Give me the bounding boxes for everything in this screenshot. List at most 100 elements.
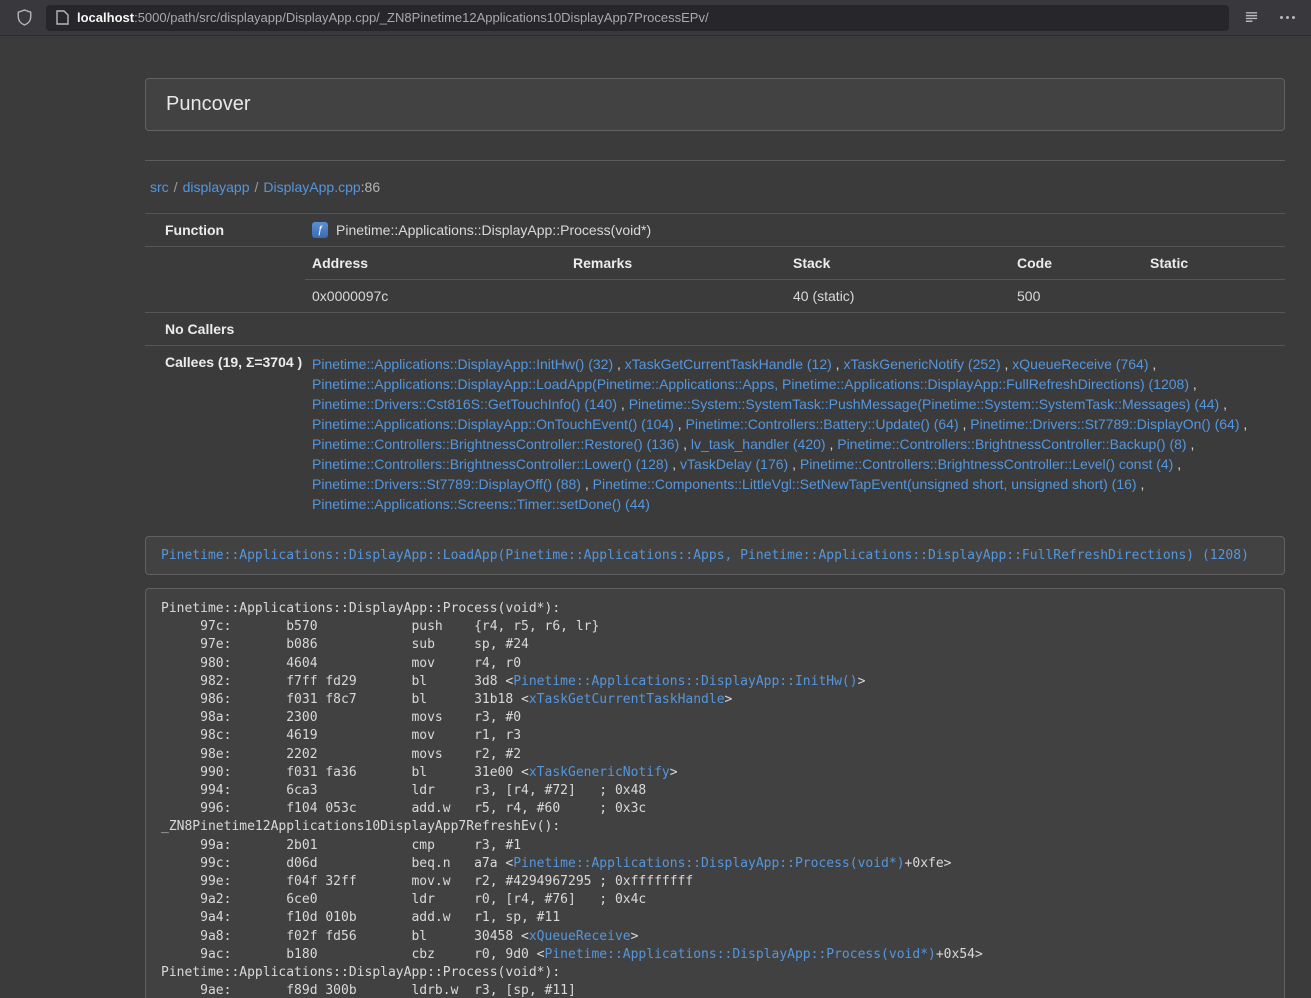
asm-text: > xyxy=(858,674,866,689)
browser-toolbar: localhost:5000/path/src/displayapp/Displ… xyxy=(0,0,1311,36)
function-name-cell: ƒ Pinetime::Applications::DisplayApp::Pr… xyxy=(305,214,1285,246)
asm-line: 994: 6ca3 ldr r3, [r4, #72] ; 0x48 xyxy=(161,783,646,798)
url-text: localhost:5000/path/src/displayapp/Displ… xyxy=(77,10,709,25)
callee-link[interactable]: Pinetime::Applications::Screens::Timer::… xyxy=(312,496,650,512)
callee-separator: , xyxy=(668,456,680,472)
asm-text: Pinetime::Applications::DisplayApp::Proc… xyxy=(161,965,560,980)
main-content: Puncover src/displayapp/DisplayApp.cpp:8… xyxy=(145,36,1285,998)
assembly-listing: Pinetime::Applications::DisplayApp::Proc… xyxy=(145,588,1285,998)
asm-line: 9a2: 6ce0 ldr r0, [r4, #76] ; 0x4c xyxy=(161,892,646,907)
asm-text: 99e: f04f 32ff mov.w r2, #4294967295 ; 0… xyxy=(161,874,693,889)
callee-separator: , xyxy=(613,356,625,372)
asm-text: 9ae: f89d 300b ldrb.w r3, [sp, #11] xyxy=(161,983,576,998)
asm-text: 9a8: f02f fd56 bl 30458 < xyxy=(161,929,529,944)
callee-link[interactable]: Pinetime::Controllers::BrightnessControl… xyxy=(312,436,679,452)
value-static xyxy=(1143,280,1285,313)
breadcrumb: src/displayapp/DisplayApp.cpp:86 xyxy=(145,173,1285,205)
value-stack: 40 (static) xyxy=(786,280,1010,313)
asm-text: 982: f7ff fd29 bl 3d8 < xyxy=(161,674,513,689)
callee-link[interactable]: lv_task_handler (420) xyxy=(691,436,826,452)
breadcrumb-link-src[interactable]: src xyxy=(150,179,169,195)
asm-line: 99a: 2b01 cmp r3, #1 xyxy=(161,838,521,853)
asm-line: 996: f104 053c add.w r5, r4, #60 ; 0x3c xyxy=(161,801,646,816)
metrics-table-cell: Address Remarks Stack Code Static 0x0000… xyxy=(305,247,1285,312)
callee-link[interactable]: Pinetime::Controllers::BrightnessControl… xyxy=(800,456,1173,472)
callee-separator: , xyxy=(679,436,691,452)
callee-link[interactable]: Pinetime::Drivers::St7789::DisplayOn() (… xyxy=(970,416,1239,432)
callee-separator: , xyxy=(832,356,844,372)
asm-text: > xyxy=(631,929,639,944)
app-header-panel: Puncover xyxy=(145,78,1285,131)
asm-line: 98a: 2300 movs r3, #0 xyxy=(161,710,521,725)
reader-view-icon[interactable] xyxy=(1237,5,1265,31)
asm-text: 980: 4604 mov r4, r0 xyxy=(161,656,521,671)
asm-line: 9ac: b180 cbz r0, 9d0 <Pinetime::Applica… xyxy=(161,947,983,962)
asm-line: 97e: b086 sub sp, #24 xyxy=(161,637,529,652)
asm-symbol-link[interactable]: xTaskGetCurrentTaskHandle xyxy=(529,692,725,707)
callee-link[interactable]: xTaskGetCurrentTaskHandle (12) xyxy=(625,356,832,372)
url-path: :5000/path/src/displayapp/DisplayApp.cpp… xyxy=(134,10,709,25)
breadcrumb-link-displayapp[interactable]: displayapp xyxy=(183,179,250,195)
asm-text: 97e: b086 sub sp, #24 xyxy=(161,637,529,652)
function-name: Pinetime::Applications::DisplayApp::Proc… xyxy=(336,222,651,238)
callee-link[interactable]: xTaskGenericNotify (252) xyxy=(843,356,1000,372)
col-code: Code xyxy=(1010,247,1143,280)
asm-text: > xyxy=(725,692,733,707)
callee-link[interactable]: Pinetime::Applications::DisplayApp::Load… xyxy=(312,376,1189,392)
metrics-row: Address Remarks Stack Code Static 0x0000… xyxy=(145,246,1285,312)
asm-line: 982: f7ff fd29 bl 3d8 <Pinetime::Applica… xyxy=(161,674,865,689)
callee-separator: , xyxy=(959,416,971,432)
callee-link[interactable]: Pinetime::Components::LittleVgl::SetNewT… xyxy=(593,476,1137,492)
asm-text: Pinetime::Applications::DisplayApp::Proc… xyxy=(161,601,560,616)
asm-symbol-link[interactable]: xTaskGenericNotify xyxy=(529,765,670,780)
shield-icon[interactable] xyxy=(10,5,38,31)
callee-link[interactable]: Pinetime::Drivers::St7789::DisplayOff() … xyxy=(312,476,581,492)
col-stack: Stack xyxy=(786,247,1010,280)
callee-link[interactable]: vTaskDelay (176) xyxy=(680,456,788,472)
no-callers-row: No Callers xyxy=(145,312,1285,345)
asm-line: Pinetime::Applications::DisplayApp::Proc… xyxy=(161,601,560,616)
asm-line: 9ae: f89d 300b ldrb.w r3, [sp, #11] xyxy=(161,983,576,998)
context-symbol-link[interactable]: Pinetime::Applications::DisplayApp::Load… xyxy=(161,548,1249,563)
callee-separator: , xyxy=(581,476,593,492)
callee-separator: , xyxy=(1001,356,1013,372)
breadcrumb-link-file[interactable]: DisplayApp.cpp xyxy=(263,179,360,195)
asm-text: +0x54> xyxy=(936,947,983,962)
url-bar[interactable]: localhost:5000/path/src/displayapp/Displ… xyxy=(46,5,1229,31)
context-panel: Pinetime::Applications::DisplayApp::Load… xyxy=(145,536,1285,575)
url-host: localhost xyxy=(77,10,134,25)
asm-text: 99c: d06d beq.n a7a < xyxy=(161,856,513,871)
callees-label: Callees (19, Σ=3704 ) xyxy=(145,346,305,522)
asm-text: 996: f104 053c add.w r5, r4, #60 ; 0x3c xyxy=(161,801,646,816)
function-icon: ƒ xyxy=(312,222,328,238)
asm-text: 9a2: 6ce0 ldr r0, [r4, #76] ; 0x4c xyxy=(161,892,646,907)
asm-line: 9a4: f10d 010b add.w r1, sp, #11 xyxy=(161,910,560,925)
asm-text: 97c: b570 push {r4, r5, r6, lr} xyxy=(161,619,599,634)
asm-symbol-link[interactable]: Pinetime::Applications::DisplayApp::Init… xyxy=(513,674,857,689)
breadcrumb-separator: / xyxy=(255,179,259,195)
callee-link[interactable]: Pinetime::Controllers::BrightnessControl… xyxy=(837,436,1186,452)
callee-separator: , xyxy=(1189,376,1197,392)
col-static: Static xyxy=(1143,247,1285,280)
asm-text: _ZN8Pinetime12Applications10DisplayApp7R… xyxy=(161,819,560,834)
overflow-menu-dots xyxy=(1280,16,1295,19)
asm-symbol-link[interactable]: Pinetime::Applications::DisplayApp::Proc… xyxy=(545,947,936,962)
asm-symbol-link[interactable]: xQueueReceive xyxy=(529,929,631,944)
callee-link[interactable]: Pinetime::Applications::DisplayApp::OnTo… xyxy=(312,416,674,432)
callee-link[interactable]: Pinetime::Applications::DisplayApp::Init… xyxy=(312,356,613,372)
asm-text: > xyxy=(670,765,678,780)
metrics-header-row: Address Remarks Stack Code Static xyxy=(305,247,1285,280)
callee-link[interactable]: Pinetime::Controllers::BrightnessControl… xyxy=(312,456,668,472)
asm-text: 99a: 2b01 cmp r3, #1 xyxy=(161,838,521,853)
callee-link[interactable]: xQueueReceive (764) xyxy=(1012,356,1148,372)
asm-text: +0xfe> xyxy=(905,856,952,871)
value-remarks xyxy=(566,280,786,313)
callees-row: Callees (19, Σ=3704 ) Pinetime::Applicat… xyxy=(145,345,1285,522)
asm-line: Pinetime::Applications::DisplayApp::Proc… xyxy=(161,965,560,980)
callee-separator: , xyxy=(1137,476,1145,492)
callee-link[interactable]: Pinetime::Controllers::Battery::Update()… xyxy=(686,416,959,432)
asm-symbol-link[interactable]: Pinetime::Applications::DisplayApp::Proc… xyxy=(513,856,904,871)
callee-link[interactable]: Pinetime::Drivers::Cst816S::GetTouchInfo… xyxy=(312,396,617,412)
overflow-menu-icon[interactable] xyxy=(1273,5,1301,31)
callee-link[interactable]: Pinetime::System::SystemTask::PushMessag… xyxy=(629,396,1220,412)
